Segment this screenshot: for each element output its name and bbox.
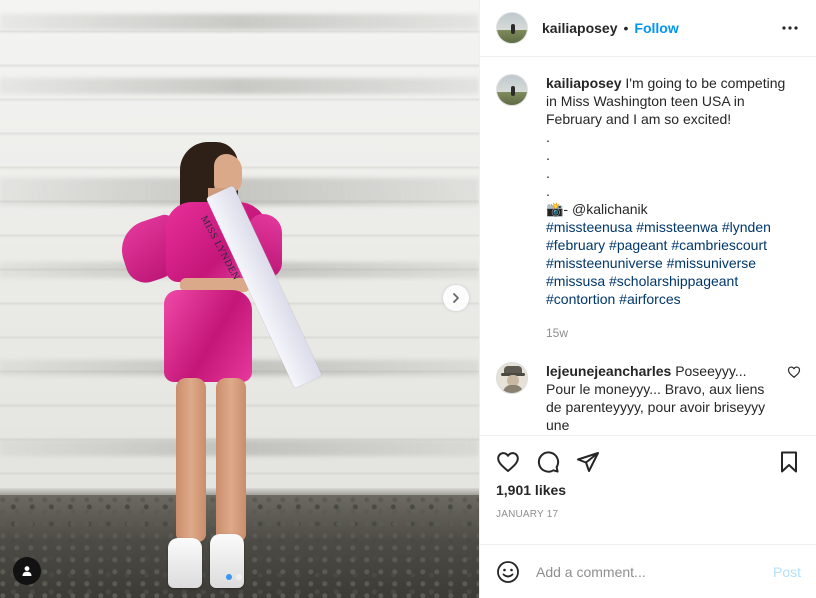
caption-timestamp[interactable]: 15w bbox=[546, 324, 786, 342]
comment-item: lejeunejeancharles Poseeyyy... Pour le m… bbox=[496, 362, 801, 434]
user-tag-icon bbox=[22, 566, 32, 576]
comment-button[interactable] bbox=[536, 450, 560, 474]
hashtag-line[interactable]: #february #pageant #cambriescourt bbox=[546, 236, 786, 254]
caption-dot: . bbox=[546, 165, 550, 181]
comment-like-icon[interactable] bbox=[787, 365, 801, 379]
carousel-dot bbox=[236, 574, 242, 580]
actions-section: 1,901 likes JANUARY 17 bbox=[480, 435, 816, 520]
save-button[interactable] bbox=[777, 450, 801, 474]
comment-username[interactable]: lejeunejeancharles bbox=[546, 363, 671, 379]
heart-icon bbox=[497, 452, 519, 472]
emoji-icon[interactable] bbox=[496, 560, 520, 584]
person-figure: MISS LYNDEN bbox=[114, 140, 322, 595]
dress-skirt bbox=[164, 290, 252, 382]
action-bar bbox=[496, 436, 801, 488]
caption-dot: . bbox=[546, 129, 550, 145]
comment-icon bbox=[537, 451, 560, 473]
more-options-button[interactable] bbox=[778, 16, 802, 40]
tagged-users-button[interactable] bbox=[13, 557, 41, 585]
post-button[interactable]: Post bbox=[773, 564, 801, 580]
post-date[interactable]: JANUARY 17 bbox=[496, 509, 801, 520]
share-button[interactable] bbox=[576, 450, 600, 474]
hashtag-line[interactable]: #missteenusa #missteenwa #lynden bbox=[546, 218, 786, 236]
comment-input[interactable] bbox=[536, 563, 765, 580]
next-photo-button[interactable] bbox=[443, 285, 469, 311]
comment-body: lejeunejeancharles Poseeyyy... Pour le m… bbox=[546, 362, 776, 434]
left-sneaker bbox=[168, 538, 202, 588]
comments-list[interactable]: kailiaposey I'm going to be competing in… bbox=[480, 58, 816, 435]
follow-button[interactable]: Follow bbox=[634, 20, 678, 36]
avatar[interactable] bbox=[496, 12, 528, 44]
share-icon bbox=[577, 452, 599, 472]
more-horizontal-icon bbox=[782, 26, 798, 30]
hashtag-line[interactable]: #missusa #scholarshippageant bbox=[546, 272, 786, 290]
header-separator: • bbox=[623, 20, 629, 36]
likes-count[interactable]: 1,901 likes bbox=[496, 482, 801, 498]
carousel-indicator bbox=[226, 574, 242, 580]
header-username[interactable]: kailiaposey bbox=[542, 20, 618, 36]
photo-credit: 📸- @kalichanik bbox=[546, 201, 648, 217]
post-side-panel: kailiaposey • Follow kailiaposey I'm goi… bbox=[479, 0, 816, 598]
right-leg bbox=[216, 378, 246, 542]
caption-username[interactable]: kailiaposey bbox=[546, 75, 622, 91]
bookmark-icon bbox=[781, 451, 797, 473]
left-leg bbox=[176, 378, 206, 542]
like-button[interactable] bbox=[496, 450, 520, 474]
caption: kailiaposey I'm going to be competing in… bbox=[496, 74, 801, 342]
post-header: kailiaposey • Follow bbox=[480, 0, 816, 57]
hashtag-line[interactable]: #missteenuniverse #missuniverse bbox=[546, 254, 786, 272]
post-photo[interactable]: MISS LYNDEN bbox=[0, 0, 479, 598]
caption-body: kailiaposey I'm going to be competing in… bbox=[546, 74, 786, 342]
add-comment-bar: Post bbox=[480, 544, 816, 598]
caption-dot: . bbox=[546, 183, 550, 199]
carousel-dot bbox=[226, 574, 232, 580]
wall-texture bbox=[0, 14, 479, 30]
wall-texture bbox=[0, 78, 479, 94]
caption-dot: . bbox=[546, 147, 550, 163]
avatar[interactable] bbox=[496, 362, 528, 394]
hashtag-line[interactable]: #contortion #airforces bbox=[546, 290, 786, 308]
chevron-right-icon bbox=[453, 293, 459, 303]
avatar[interactable] bbox=[496, 74, 528, 106]
